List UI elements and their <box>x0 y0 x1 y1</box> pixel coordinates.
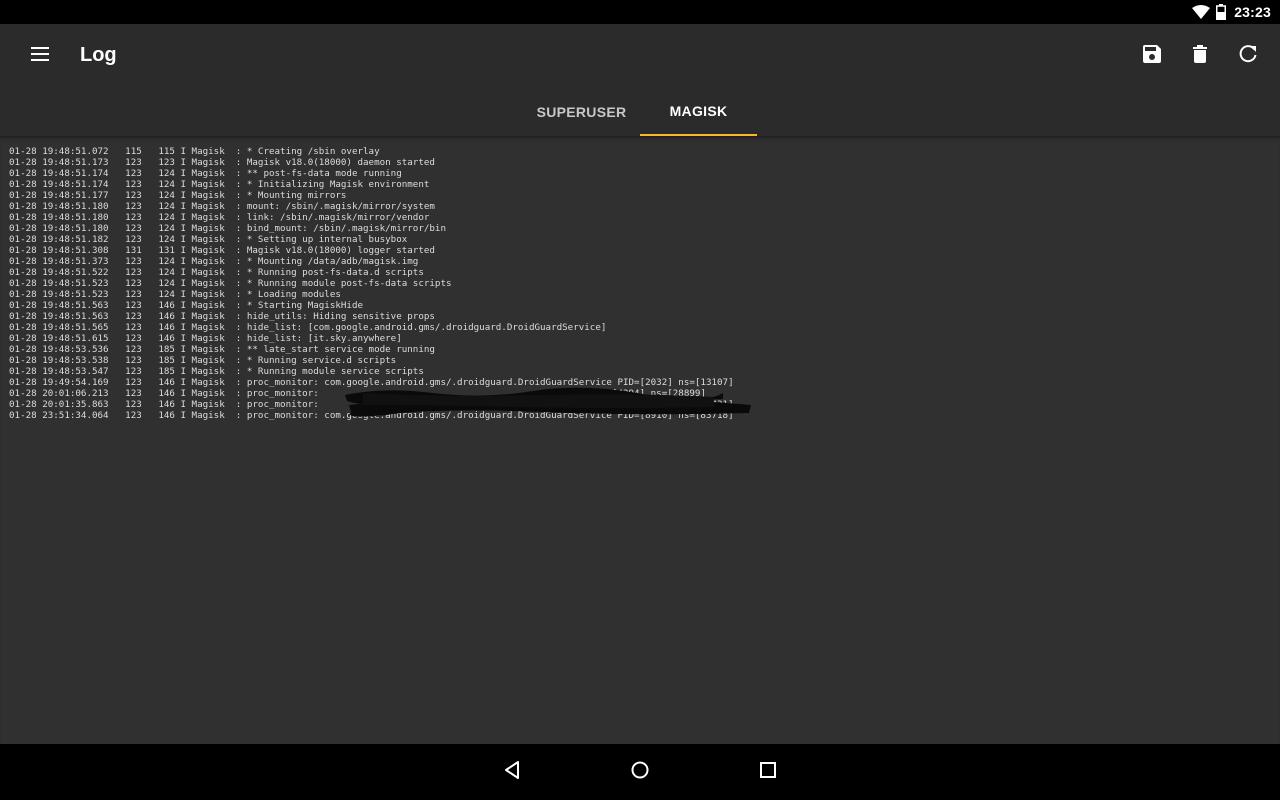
log-line: 01-28 19:48:51.182 123 124 I Magisk : * … <box>9 234 408 245</box>
log-line: 01-28 19:48:51.522 123 124 I Magisk : * … <box>9 267 424 278</box>
recents-icon <box>759 761 777 784</box>
redaction-scribble <box>345 387 751 417</box>
log-line: 01-28 19:48:51.180 123 124 I Magisk : bi… <box>9 223 446 234</box>
log-line: 01-28 19:48:51.180 123 124 I Magisk : li… <box>9 212 430 223</box>
log-line: 01-28 19:48:51.072 115 115 I Magisk : * … <box>9 146 380 157</box>
home-button[interactable] <box>620 752 660 792</box>
log-line: 01-28 19:48:51.563 123 146 I Magisk : hi… <box>9 311 435 322</box>
tab-superuser[interactable]: SUPERUSER <box>523 88 640 136</box>
status-clock: 23:23 <box>1234 4 1271 20</box>
menu-button[interactable] <box>20 36 60 76</box>
log-view[interactable]: 01-28 19:48:51.072 115 115 I Magisk : * … <box>0 136 1280 744</box>
log-list: 01-28 19:48:51.072 115 115 I Magisk : * … <box>9 146 734 421</box>
delete-icon <box>1193 44 1207 68</box>
back-button[interactable] <box>492 752 532 792</box>
log-line: 01-28 19:48:53.547 123 185 I Magisk : * … <box>9 366 424 377</box>
save-icon <box>1143 44 1161 68</box>
recents-button[interactable] <box>748 752 788 792</box>
back-icon <box>503 760 521 785</box>
menu-icon <box>31 46 49 66</box>
log-line: 01-28 19:48:51.173 123 123 I Magisk : Ma… <box>9 157 435 168</box>
log-line: 01-28 19:48:51.523 123 124 I Magisk : * … <box>9 289 341 300</box>
tab-bar: SUPERUSER MAGISK <box>0 88 1280 136</box>
refresh-button[interactable] <box>1228 36 1268 76</box>
log-line: 01-28 19:48:51.174 123 124 I Magisk : **… <box>9 168 402 179</box>
log-line: 01-28 19:48:51.177 123 124 I Magisk : * … <box>9 190 347 201</box>
save-button[interactable] <box>1132 36 1172 76</box>
home-icon <box>630 760 650 785</box>
status-bar: 23:23 <box>0 0 1280 24</box>
delete-button[interactable] <box>1180 36 1220 76</box>
log-line: 01-28 19:48:53.538 123 185 I Magisk : * … <box>9 355 397 366</box>
battery-icon <box>1216 4 1227 20</box>
page-title: Log <box>80 44 117 66</box>
log-line: 01-28 19:48:51.565 123 146 I Magisk : hi… <box>9 322 607 333</box>
log-line: 01-28 19:48:51.373 123 124 I Magisk : * … <box>9 256 419 267</box>
log-line: 01-28 19:48:51.523 123 124 I Magisk : * … <box>9 278 452 289</box>
navigation-bar <box>0 744 1280 800</box>
log-line: 01-28 19:48:51.563 123 146 I Magisk : * … <box>9 300 364 311</box>
log-line: 01-28 19:48:51.180 123 124 I Magisk : mo… <box>9 201 435 212</box>
log-line: 01-28 19:48:51.615 123 146 I Magisk : hi… <box>9 333 402 344</box>
app-bar: Log <box>0 24 1280 88</box>
tab-magisk[interactable]: MAGISK <box>640 88 757 136</box>
log-line: 01-28 19:48:53.536 123 185 I Magisk : **… <box>9 344 435 355</box>
log-line: 01-28 19:48:51.308 131 131 I Magisk : Ma… <box>9 245 435 256</box>
wifi-icon <box>1192 5 1211 19</box>
refresh-icon <box>1239 44 1257 68</box>
log-line: 01-28 19:48:51.174 123 124 I Magisk : * … <box>9 179 430 190</box>
